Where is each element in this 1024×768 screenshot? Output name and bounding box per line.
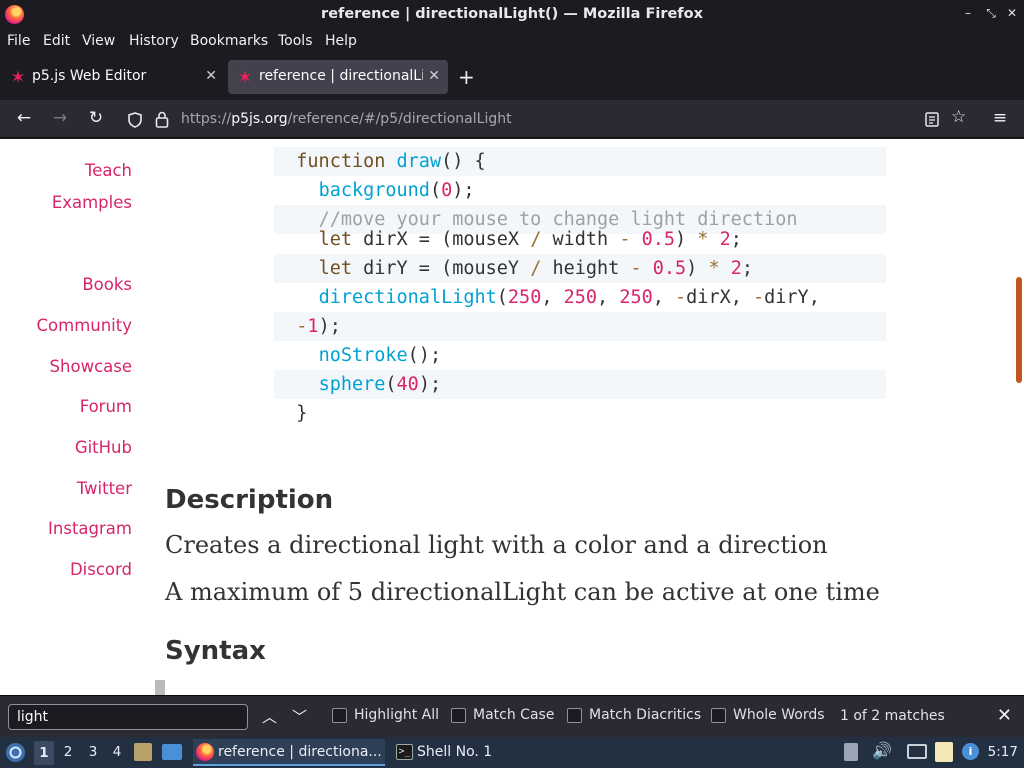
checkbox-label: Match Diacritics	[589, 707, 702, 723]
task-label: Shell No. 1	[417, 744, 493, 760]
start-menu-icon[interactable]	[5, 742, 26, 763]
reader-view-icon[interactable]	[925, 112, 939, 127]
clock: 5:17	[987, 744, 1018, 760]
sidebar-item-books[interactable]: Books	[82, 275, 132, 294]
menu-history[interactable]: History	[129, 33, 179, 49]
taskbar: 1 2 3 4 reference | directiona... >_ She…	[0, 737, 1024, 768]
checkbox-label: Whole Words	[733, 707, 825, 723]
task-shell[interactable]: >_ Shell No. 1	[392, 739, 522, 766]
code-line: -1);	[274, 312, 886, 341]
workspace-2[interactable]: 2	[58, 744, 78, 760]
title-bar: reference | directionalLight() — Mozilla…	[0, 0, 1024, 30]
find-next-icon[interactable]: ﹀	[292, 706, 307, 727]
checkbox-box[interactable]	[451, 708, 466, 723]
code-line: }	[274, 403, 308, 424]
code-line: sphere(40);	[274, 370, 886, 399]
sidebar-item-examples[interactable]: Examples	[52, 193, 132, 212]
window-title: reference | directionalLight() — Mozilla…	[321, 6, 703, 22]
eject-icon[interactable]	[844, 743, 858, 761]
volume-icon[interactable]: 🔊	[872, 741, 892, 760]
workspace-1[interactable]: 1	[34, 741, 54, 765]
description-text: A maximum of 5 directionalLight can be a…	[165, 578, 880, 606]
menu-tools[interactable]: Tools	[278, 33, 313, 49]
close-window-icon[interactable]: ✕	[1004, 6, 1020, 20]
bookmark-star-icon[interactable]: ☆	[951, 107, 966, 127]
sidebar-item-community[interactable]: Community	[37, 316, 133, 335]
description-heading: Description	[165, 485, 334, 515]
url-bar[interactable]: https://p5js.org/reference/#/p5/directio…	[118, 104, 978, 134]
menu-edit[interactable]: Edit	[43, 33, 70, 49]
notification-icon[interactable]: i	[962, 743, 979, 760]
shield-icon[interactable]	[127, 112, 143, 128]
url-text[interactable]: https://p5js.org/reference/#/p5/directio…	[181, 111, 512, 127]
minimize-icon[interactable]: –	[960, 6, 976, 20]
sidebar-item-showcase[interactable]: Showcase	[50, 357, 132, 376]
new-tab-icon[interactable]: +	[458, 65, 475, 89]
network-icon[interactable]	[907, 744, 927, 759]
hamburger-menu-icon[interactable]: ≡	[989, 108, 1011, 128]
sidebar-item-instagram[interactable]: Instagram	[48, 519, 132, 538]
tab-reference[interactable]: reference | directionalLig ✕	[228, 60, 448, 94]
scrollbar-thumb[interactable]	[1016, 277, 1022, 383]
menu-help[interactable]: Help	[325, 33, 357, 49]
find-input[interactable]	[8, 704, 248, 730]
terminal-icon: >_	[396, 744, 413, 760]
tab-p5-web-editor[interactable]: p5.js Web Editor ✕	[1, 60, 225, 94]
sidebar-nav: Teach Examples Books Community Showcase …	[0, 139, 140, 695]
checkbox-box[interactable]	[332, 708, 347, 723]
p5-asterisk-icon	[238, 70, 252, 84]
file-manager-icon[interactable]	[134, 743, 152, 761]
code-example: function draw() { background(0); //move …	[274, 139, 886, 437]
checkbox-label: Match Case	[473, 707, 555, 723]
close-tab-icon[interactable]: ✕	[205, 68, 217, 84]
sidebar-item-forum[interactable]: Forum	[80, 397, 132, 416]
workspace-4[interactable]: 4	[107, 744, 127, 760]
code-block-edge	[155, 680, 165, 695]
code-line: let dirX = (mouseX / width - 0.5) * 2;	[318, 229, 742, 250]
checkbox-box[interactable]	[711, 708, 726, 723]
reload-icon[interactable]: ↻	[85, 108, 107, 128]
sidebar-item-twitter[interactable]: Twitter	[77, 479, 132, 498]
sidebar-item-github[interactable]: GitHub	[75, 438, 132, 457]
close-find-bar-icon[interactable]: ✕	[997, 705, 1012, 726]
show-desktop-icon[interactable]	[162, 744, 182, 760]
match-count: 1 of 2 matches	[840, 708, 945, 724]
tab-strip: p5.js Web Editor ✕ reference | direction…	[0, 54, 1024, 100]
code-line: noStroke();	[318, 345, 442, 366]
code-line: let dirY = (mouseY / height - 0.5) * 2;	[274, 254, 886, 283]
menu-bar: File Edit View History Bookmarks Tools H…	[0, 30, 1024, 54]
menu-bookmarks[interactable]: Bookmarks	[190, 33, 268, 49]
p5-asterisk-icon	[11, 70, 25, 84]
checkbox-label: Highlight All	[354, 707, 440, 723]
find-previous-icon[interactable]: ︿	[262, 706, 277, 727]
code-line: directionalLight(250, 250, 250, -dirX, -…	[318, 287, 820, 308]
menu-view[interactable]: View	[82, 33, 115, 49]
sidebar-item-discord[interactable]: Discord	[70, 560, 132, 579]
find-bar: ︿ ﹀ Highlight All Match Case Match Diacr…	[0, 695, 1024, 737]
maximize-icon[interactable]: ⤡	[983, 6, 999, 21]
workspace-3[interactable]: 3	[83, 744, 103, 760]
forward-arrow-icon[interactable]: →	[49, 108, 71, 128]
code-line: function draw() {	[274, 147, 886, 176]
checkbox-box[interactable]	[567, 708, 582, 723]
clipboard-icon[interactable]	[935, 742, 953, 762]
task-label: reference | directiona...	[218, 744, 382, 760]
task-firefox[interactable]: reference | directiona...	[193, 739, 385, 766]
sidebar-item-teach[interactable]: Teach	[85, 161, 132, 180]
tab-label: p5.js Web Editor	[32, 68, 147, 84]
menu-file[interactable]: File	[7, 33, 30, 49]
page-content: Teach Examples Books Community Showcase …	[0, 139, 1024, 695]
firefox-icon	[196, 743, 214, 761]
lock-icon[interactable]	[155, 111, 169, 128]
code-line: background(0);	[318, 180, 475, 201]
navigation-bar: ← → ↻ https://p5js.org/reference/#/p5/di…	[0, 100, 1024, 138]
syntax-heading: Syntax	[165, 636, 266, 666]
back-arrow-icon[interactable]: ←	[13, 108, 35, 128]
close-tab-icon[interactable]: ✕	[428, 68, 440, 84]
tab-label: reference | directionalLig	[259, 68, 423, 84]
description-text: Creates a directional light with a color…	[165, 531, 828, 559]
